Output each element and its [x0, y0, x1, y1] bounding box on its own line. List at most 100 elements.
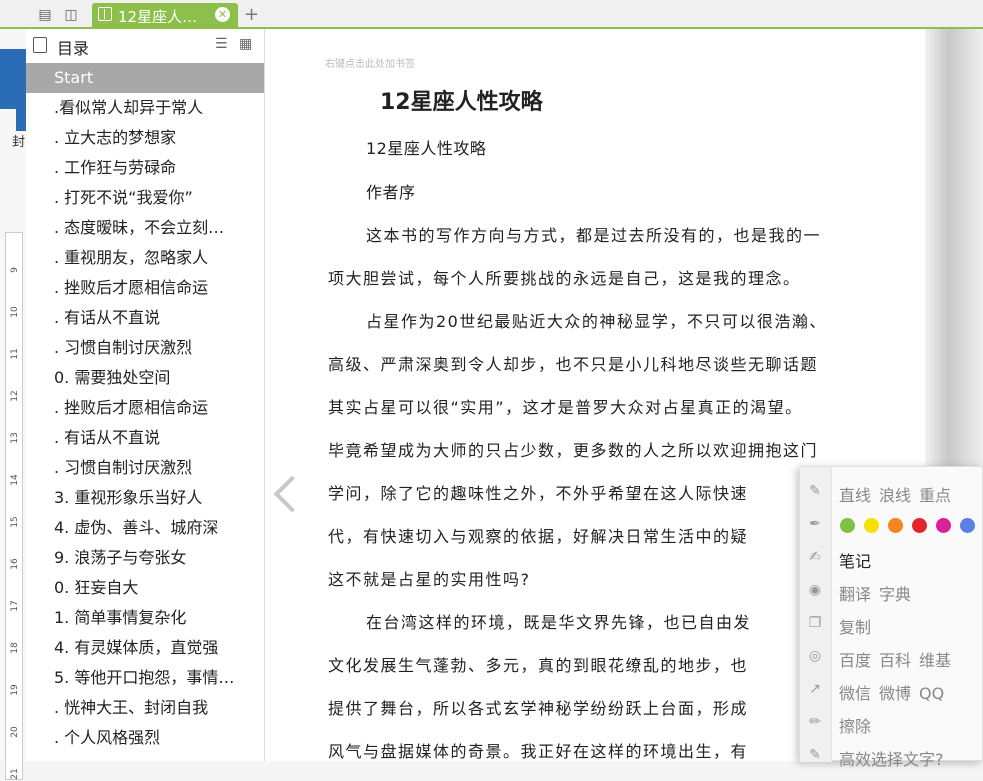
- menu-dictionary[interactable]: 字典: [879, 585, 911, 604]
- new-tab-button[interactable]: +: [244, 4, 259, 25]
- vertical-ruler: 9 10 11 12 13 14 15 16 17 18 19 20 21: [5, 232, 23, 780]
- ruler-number: 11: [10, 348, 20, 360]
- background-app-label: 封: [12, 135, 26, 150]
- menu-weibo[interactable]: 微博: [879, 684, 911, 703]
- toc-item[interactable]: . 恍神大王、封闭自我: [26, 693, 264, 723]
- tab-label: 12星座人…: [118, 8, 198, 26]
- menu-row-note[interactable]: ✍ 笔记: [800, 541, 983, 574]
- menu-note[interactable]: 笔记: [839, 552, 871, 571]
- ruler-number: 10: [10, 306, 20, 318]
- toc-title: 目录: [57, 39, 90, 58]
- body-text-line: 项大胆尝试，每个人所要挑战的永远是自己，这是我的理念。: [328, 269, 801, 288]
- toc-item[interactable]: . 个人风格强烈: [26, 723, 264, 753]
- highlight-color-swatch[interactable]: [912, 518, 927, 533]
- collapse-list-icon[interactable]: ☰: [215, 36, 228, 52]
- globe-icon: ◎: [808, 648, 822, 664]
- menu-row-share: ↗ 微信 微博 QQ: [800, 673, 983, 706]
- tab-book[interactable]: 12星座人… ✕: [92, 3, 238, 27]
- menu-qq[interactable]: QQ: [919, 684, 944, 703]
- toc-item[interactable]: 0. 需要独处空间: [26, 363, 264, 393]
- brush-icon: ✒: [809, 516, 821, 532]
- menu-row-underline: ✎ 直线 浪线 重点: [800, 475, 983, 508]
- toc-item[interactable]: .看似常人却异于常人: [26, 93, 264, 123]
- color-palette: [840, 518, 983, 537]
- expand-tree-icon[interactable]: ▦: [239, 36, 252, 52]
- bookmark-hint[interactable]: 右键点击此处加书签: [325, 55, 415, 70]
- ruler-number: 21: [10, 768, 20, 780]
- body-text-line: 高级、严肃深奥到令人却步，也不只是小儿科地尽谈些无聊话题: [328, 355, 819, 374]
- toc-item[interactable]: . 有话从不直说: [26, 303, 264, 333]
- menu-copy[interactable]: 复制: [839, 618, 871, 637]
- tab-bar: ▤ ◫ 12星座人… ✕ +: [0, 0, 983, 29]
- menu-row-copy[interactable]: ❐ 复制: [800, 607, 983, 640]
- menu-translate[interactable]: 翻译: [839, 585, 871, 604]
- body-text-line: 其实占星可以很“实用”，这才是普罗大众对占星真正的渴望。: [328, 398, 803, 417]
- menu-tip[interactable]: 高效选择文字?: [839, 750, 944, 769]
- toc-item[interactable]: . 挫败后才愿相信命运: [26, 273, 264, 303]
- toc-item[interactable]: 1. 简单事情复杂化: [26, 603, 264, 633]
- menu-underline-straight[interactable]: 直线: [839, 486, 871, 505]
- ruler-number: 15: [10, 516, 20, 528]
- menu-baidu[interactable]: 百度: [839, 651, 871, 670]
- menu-row-translate: ◉ 翻译 字典: [800, 574, 983, 607]
- toc-item[interactable]: . 重视朋友，忽略家人: [26, 243, 264, 273]
- highlight-color-swatch[interactable]: [864, 518, 879, 533]
- menu-row-colors: ✒: [800, 508, 983, 541]
- ruler-number: 17: [10, 600, 20, 612]
- toc-item[interactable]: 3. 重视形象乐当好人: [26, 483, 264, 513]
- sidebar-toggle-icon[interactable]: ◫: [62, 6, 80, 24]
- menu-row-search: ◎ 百度 百科 维基: [800, 640, 983, 673]
- toc-item[interactable]: . 挫败后才愿相信命运: [26, 393, 264, 423]
- toc-item[interactable]: . 立大志的梦想家: [26, 123, 264, 153]
- body-text-line: 这本书的写作方向与方式，都是过去所没有的，也是我的一: [366, 226, 822, 245]
- toc-item[interactable]: . 习惯自制讨厌激烈: [26, 453, 264, 483]
- toc-item[interactable]: 4. 有灵媒体质，直觉强: [26, 633, 264, 663]
- toc-list: Start .看似常人却异于常人. 立大志的梦想家. 工作狂与劳碌命. 打死不说“…: [26, 63, 264, 753]
- menu-row-tip[interactable]: ✎ 高效选择文字?: [800, 739, 983, 772]
- toc-item[interactable]: 9. 浪荡子与夸张女: [26, 543, 264, 573]
- ruler-number: 16: [10, 558, 20, 570]
- highlight-color-swatch[interactable]: [888, 518, 903, 533]
- toc-item[interactable]: . 打死不说“我爱你”: [26, 183, 264, 213]
- menu-row-erase[interactable]: ✏ 擦除: [800, 706, 983, 739]
- toc-icon: [33, 37, 47, 53]
- copy-icon: ❐: [808, 615, 822, 631]
- book-icon: [98, 7, 112, 21]
- background-app-strip: 封 9 10 11 12 13 14 15 16 17 18 19 20 21: [0, 29, 26, 780]
- menu-wiki[interactable]: 维基: [919, 651, 951, 670]
- chapter-title: 12星座人性攻略: [380, 90, 543, 115]
- body-text-line: 占星作为20世纪最贴近大众的神秘显学，不只可以很浩瀚、: [366, 312, 827, 331]
- ruler-number: 9: [10, 267, 20, 273]
- ruler-number: 18: [10, 642, 20, 654]
- toc-item[interactable]: . 有话从不直说: [26, 423, 264, 453]
- close-icon[interactable]: ✕: [215, 7, 230, 22]
- toc-item[interactable]: Start: [26, 63, 264, 93]
- highlight-color-swatch[interactable]: [960, 518, 975, 533]
- ruler-number: 20: [10, 726, 20, 738]
- toc-item[interactable]: 4. 虚伪、善斗、城府深: [26, 513, 264, 543]
- library-icon[interactable]: ▤: [36, 6, 54, 24]
- menu-underline-emphasis[interactable]: 重点: [919, 486, 951, 505]
- body-text-line: 12星座人性攻略: [366, 139, 487, 158]
- selection-context-menu: ✎ 直线 浪线 重点 ✒ ✍ 笔记 ◉ 翻译 字典 ❐ 复制 ◎ 百度 百科 维基 ↗ 微…: [799, 466, 983, 769]
- previous-page-icon[interactable]: [273, 475, 311, 513]
- background-app-button: [16, 91, 26, 131]
- body-text-line: 作者序: [366, 183, 416, 202]
- eraser-icon: ✏: [809, 714, 821, 730]
- highlight-color-swatch[interactable]: [936, 518, 951, 533]
- ruler-number: 12: [10, 390, 20, 402]
- menu-erase[interactable]: 擦除: [839, 717, 871, 736]
- toc-item[interactable]: 0. 狂妄自大: [26, 573, 264, 603]
- menu-wechat[interactable]: 微信: [839, 684, 871, 703]
- ruler-number: 14: [10, 474, 20, 486]
- toc-item[interactable]: 5. 等他开口抱怨，事情…: [26, 663, 264, 693]
- share-icon: ↗: [809, 681, 821, 697]
- menu-baike[interactable]: 百科: [879, 651, 911, 670]
- pen-icon: ✎: [809, 483, 821, 499]
- highlight-color-swatch[interactable]: [840, 518, 855, 533]
- eye-icon: ◉: [808, 582, 822, 598]
- toc-item[interactable]: . 工作狂与劳碌命: [26, 153, 264, 183]
- menu-underline-wavy[interactable]: 浪线: [879, 486, 911, 505]
- toc-item[interactable]: . 习惯自制讨厌激烈: [26, 333, 264, 363]
- toc-item[interactable]: . 态度暧昧，不会立刻…: [26, 213, 264, 243]
